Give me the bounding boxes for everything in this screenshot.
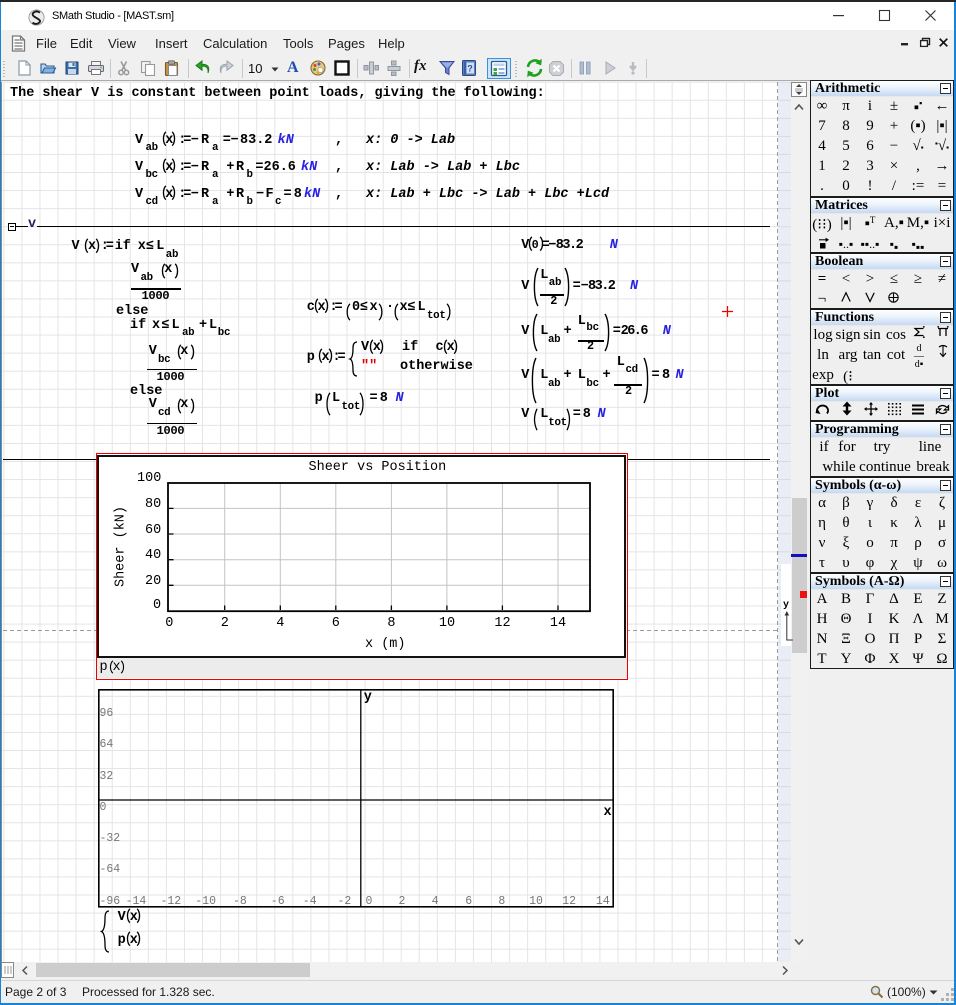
svg-text:?: ? <box>467 64 473 74</box>
